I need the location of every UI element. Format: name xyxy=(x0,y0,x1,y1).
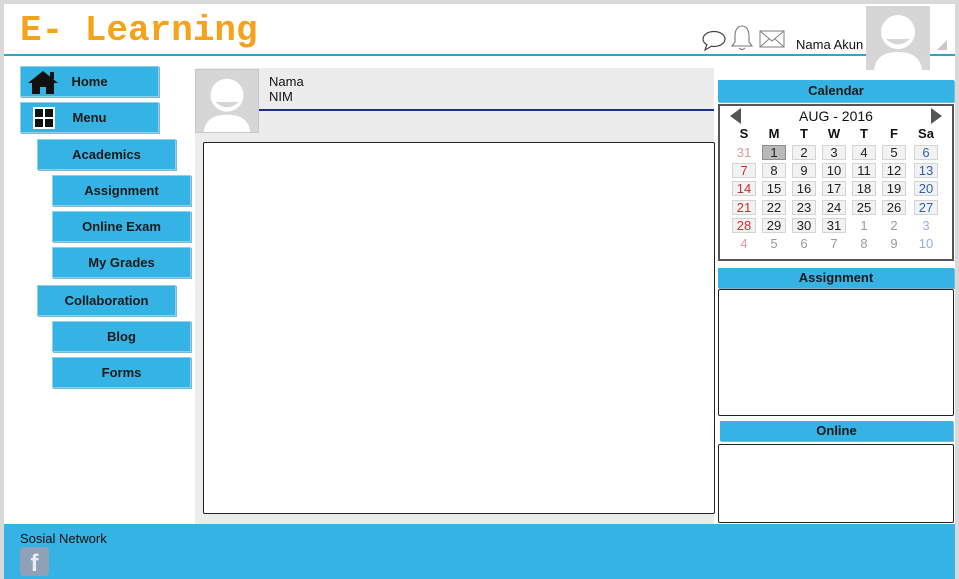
calendar-day[interactable]: 24 xyxy=(822,199,846,215)
sidebar-item-label: Academics xyxy=(72,147,141,162)
footer-label: Sosial Network xyxy=(20,531,107,546)
calendar-heading: Calendar xyxy=(718,80,954,102)
calendar-day[interactable]: 13 xyxy=(914,163,938,179)
sidebar-item-assignment[interactable]: Assignment xyxy=(52,175,191,206)
calendar-day[interactable]: 9 xyxy=(792,163,816,179)
calendar-day[interactable]: 25 xyxy=(852,199,876,215)
calendar-day[interactable]: 31 xyxy=(822,217,846,233)
facebook-icon[interactable]: f xyxy=(20,547,49,576)
calendar-day[interactable]: 31 xyxy=(732,145,756,160)
calendar-day[interactable]: 4 xyxy=(852,145,876,160)
sidebar-item-my-grades[interactable]: My Grades xyxy=(52,247,191,278)
calendar-day[interactable]: 1 xyxy=(852,218,876,233)
calendar-day[interactable]: 4 xyxy=(732,236,756,251)
sidebar-item-academics[interactable]: Academics xyxy=(37,139,176,170)
home-icon xyxy=(27,69,59,98)
sidebar-item-blog[interactable]: Blog xyxy=(52,321,191,352)
calendar-day[interactable]: 5 xyxy=(762,236,786,251)
calendar-day[interactable]: 10 xyxy=(914,236,938,251)
calendar-next-icon[interactable] xyxy=(931,108,942,124)
calendar-day[interactable]: 1 xyxy=(762,145,786,160)
calendar-day[interactable]: 28 xyxy=(732,217,756,233)
calendar-day[interactable]: 20 xyxy=(914,181,938,197)
calendar-day[interactable]: 3 xyxy=(914,218,938,233)
calendar-weekday-label: F xyxy=(890,126,898,141)
calendar-weekday-label: T xyxy=(800,126,808,141)
sidebar-item-home[interactable]: Home xyxy=(20,66,159,97)
calendar-day[interactable]: 26 xyxy=(882,199,906,215)
calendar-day[interactable]: 14 xyxy=(732,181,756,197)
calendar-day[interactable]: 22 xyxy=(762,199,786,215)
profile-avatar[interactable] xyxy=(195,69,259,133)
content-area[interactable] xyxy=(203,142,715,514)
assignment-list[interactable] xyxy=(718,289,954,416)
resize-grip-icon xyxy=(937,40,947,50)
bell-icon[interactable] xyxy=(730,24,754,57)
profile-nim: NIM xyxy=(269,89,293,104)
chat-bubble-icon[interactable] xyxy=(701,30,727,57)
calendar-widget: AUG - 2016 S M T W T F Sa 31 1 2 3 4 5 6 7 8 9 10 11 12 13 14… xyxy=(718,104,954,261)
assignment-heading: Assignment xyxy=(718,268,954,288)
calendar-day[interactable]: 7 xyxy=(822,236,846,251)
sidebar-item-label: Online Exam xyxy=(82,219,161,234)
calendar-day[interactable]: 21 xyxy=(732,199,756,215)
calendar-weekday-label: S xyxy=(739,126,749,141)
header: E- Learning Nama Akun xyxy=(4,4,955,70)
profile-name: Nama xyxy=(269,74,304,89)
calendar-day[interactable]: 27 xyxy=(914,199,938,215)
calendar-day[interactable]: 18 xyxy=(852,181,876,197)
calendar-day[interactable]: 16 xyxy=(792,181,816,197)
sidebar-item-online-exam[interactable]: Online Exam xyxy=(52,211,191,242)
brand-logo[interactable]: E- Learning xyxy=(20,10,258,51)
calendar-day[interactable]: 29 xyxy=(762,217,786,233)
calendar-day[interactable]: 6 xyxy=(914,145,938,160)
sidebar-item-label: Collaboration xyxy=(64,293,149,308)
calendar-day[interactable]: 7 xyxy=(732,163,756,179)
calendar-weekday-label: W xyxy=(827,126,841,141)
sidebar-item-label: Home xyxy=(71,74,108,89)
sidebar-item-label: My Grades xyxy=(88,255,155,270)
calendar-day[interactable]: 6 xyxy=(792,236,816,251)
profile-divider xyxy=(259,109,714,111)
calendar-day[interactable]: 3 xyxy=(822,145,846,160)
calendar-day[interactable]: 2 xyxy=(792,145,816,160)
account-name[interactable]: Nama Akun xyxy=(796,37,863,52)
grid-menu-icon xyxy=(33,107,55,132)
calendar-day[interactable]: 15 xyxy=(762,181,786,197)
calendar-day[interactable]: 11 xyxy=(852,163,876,179)
sidebar-item-label: Assignment xyxy=(84,183,159,198)
calendar-day[interactable]: 9 xyxy=(882,236,906,251)
calendar-weekday-label: T xyxy=(860,126,868,141)
account-avatar[interactable] xyxy=(866,6,930,70)
calendar-day[interactable]: 10 xyxy=(822,163,846,179)
calendar-month-label: AUG - 2016 xyxy=(799,108,873,124)
calendar-day[interactable]: 19 xyxy=(882,181,906,197)
calendar-weekday-label: M xyxy=(768,126,780,141)
sidebar-item-label: Forms xyxy=(101,365,142,380)
calendar-day[interactable]: 12 xyxy=(882,163,906,179)
sidebar-item-label: Menu xyxy=(72,110,107,125)
sidebar-item-forms[interactable]: Forms xyxy=(52,357,191,388)
sidebar-item-label: Blog xyxy=(107,329,136,344)
online-users-list[interactable] xyxy=(718,444,954,523)
calendar-day[interactable]: 17 xyxy=(822,181,846,197)
sidebar-item-menu[interactable]: Menu xyxy=(20,102,159,133)
calendar-weekday-label: Sa xyxy=(918,126,934,141)
online-heading: Online xyxy=(720,421,953,441)
calendar-day[interactable]: 5 xyxy=(882,145,906,160)
calendar-day[interactable]: 23 xyxy=(792,199,816,215)
calendar-day[interactable]: 30 xyxy=(792,217,816,233)
calendar-day[interactable]: 8 xyxy=(762,163,786,179)
mail-icon[interactable] xyxy=(759,30,785,53)
calendar-day[interactable]: 8 xyxy=(852,236,876,251)
sidebar-item-collaboration[interactable]: Collaboration xyxy=(37,285,176,316)
calendar-day[interactable]: 2 xyxy=(882,218,906,233)
footer: Sosial Network f xyxy=(4,524,955,579)
